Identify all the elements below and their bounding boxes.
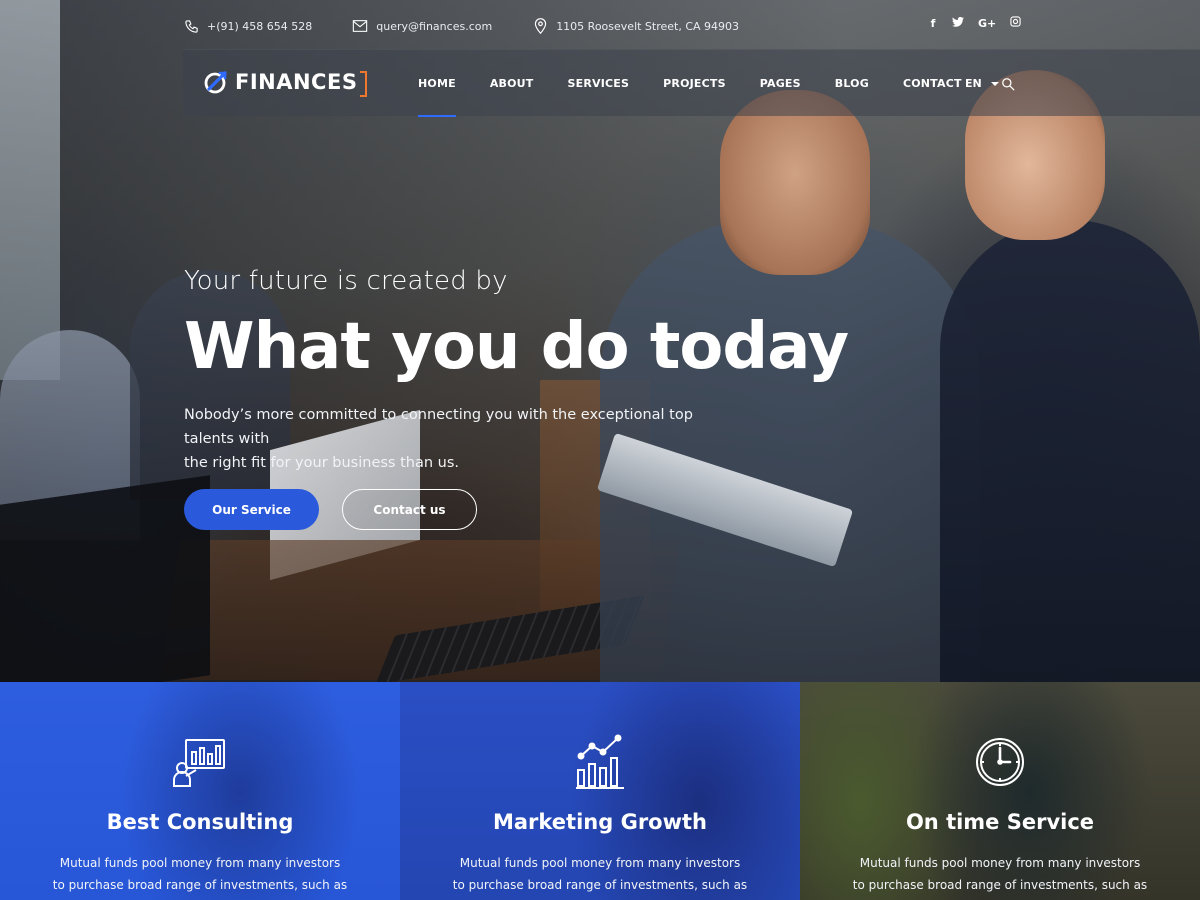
instagram-icon[interactable]	[1010, 16, 1021, 30]
nav-item-pages[interactable]: PAGES	[760, 50, 801, 117]
our-service-button[interactable]: Our Service	[184, 489, 319, 530]
street-address: 1105 Roosevelt Street, CA 94903	[556, 19, 740, 33]
search-icon[interactable]	[1001, 76, 1017, 92]
logo-mark-icon	[203, 69, 229, 95]
feature-cards: Best Consulting Mutual funds pool money …	[0, 682, 1200, 900]
logo-text: FINANCES	[235, 70, 368, 97]
contact-us-button[interactable]: Contact us	[342, 489, 477, 530]
envelope-icon	[352, 18, 368, 34]
email-address: query@finances.com	[376, 19, 493, 33]
feature-card-on-time[interactable]: On time Service Mutual funds pool money …	[800, 682, 1200, 900]
google-plus-icon[interactable]: G+	[978, 17, 996, 30]
feature-card-marketing[interactable]: Marketing Growth Mutual funds pool money…	[400, 682, 800, 900]
phone-icon	[183, 18, 199, 34]
nav-item-contact[interactable]: CONTACT	[903, 50, 962, 117]
location-pin-icon	[532, 18, 548, 34]
hero-title: What you do today	[184, 310, 849, 384]
nav-item-home[interactable]: HOME	[418, 50, 456, 117]
hero-pretitle: Your future is created by	[184, 266, 508, 296]
language-selector[interactable]: EN	[965, 50, 999, 117]
feature-text-line-1: Mutual funds pool money from many invest…	[459, 856, 741, 870]
feature-text-line-2: to purchase broad range of investments, …	[452, 878, 748, 892]
primary-nav: HOME ABOUT SERVICES PROJECTS PAGES BLOG …	[418, 50, 996, 117]
nav-item-about[interactable]: ABOUT	[490, 50, 534, 117]
growth-chart-icon	[572, 734, 628, 790]
hero-description-line-2: the right fit for your business than us.	[184, 455, 459, 471]
feature-title: Best Consulting	[106, 810, 294, 834]
email-contact[interactable]: query@finances.com	[352, 18, 492, 34]
businessman-right-figure	[940, 220, 1200, 682]
chevron-down-icon	[990, 81, 999, 86]
language-label: EN	[965, 77, 982, 90]
twitter-icon[interactable]	[952, 16, 964, 30]
presentation-chart-icon	[172, 734, 228, 790]
main-navbar: FINANCES HOME ABOUT SERVICES PROJECTS PA…	[183, 49, 1200, 117]
feature-text: Mutual funds pool money from many invest…	[0, 852, 400, 896]
feature-title: Marketing Growth	[492, 810, 707, 834]
hero-description-line-1: Nobody’s more committed to connecting yo…	[184, 407, 693, 447]
hero-description: Nobody’s more committed to connecting yo…	[184, 403, 744, 475]
phone-contact[interactable]: +(91) 458 654 528	[183, 18, 312, 34]
feature-text-line-1: Mutual funds pool money from many invest…	[859, 856, 1141, 870]
feature-title: On time Service	[905, 810, 1095, 834]
address-contact: 1105 Roosevelt Street, CA 94903	[532, 18, 739, 34]
feature-text: Mutual funds pool money from many invest…	[400, 852, 800, 896]
feature-text-line-2: to purchase broad range of investments, …	[52, 878, 348, 892]
businessman-glasses-head	[720, 90, 870, 275]
monitor	[0, 475, 210, 682]
window-light	[0, 0, 60, 380]
nav-item-services[interactable]: SERVICES	[568, 50, 630, 117]
facebook-icon[interactable]: f	[928, 17, 938, 30]
logo[interactable]: FINANCES	[203, 69, 368, 97]
feature-text: Mutual funds pool money from many invest…	[800, 852, 1200, 896]
feature-card-consulting[interactable]: Best Consulting Mutual funds pool money …	[0, 682, 400, 900]
nav-item-blog[interactable]: BLOG	[835, 50, 869, 117]
nav-item-projects[interactable]: PROJECTS	[663, 50, 726, 117]
feature-text-line-1: Mutual funds pool money from many invest…	[59, 856, 341, 870]
social-links: f G+	[928, 16, 1021, 30]
phone-number: +(91) 458 654 528	[207, 19, 313, 33]
feature-text-line-2: to purchase broad range of investments, …	[852, 878, 1148, 892]
clock-icon	[972, 734, 1028, 790]
top-contact-bar: +(91) 458 654 528 query@finances.com 110…	[183, 14, 1023, 38]
